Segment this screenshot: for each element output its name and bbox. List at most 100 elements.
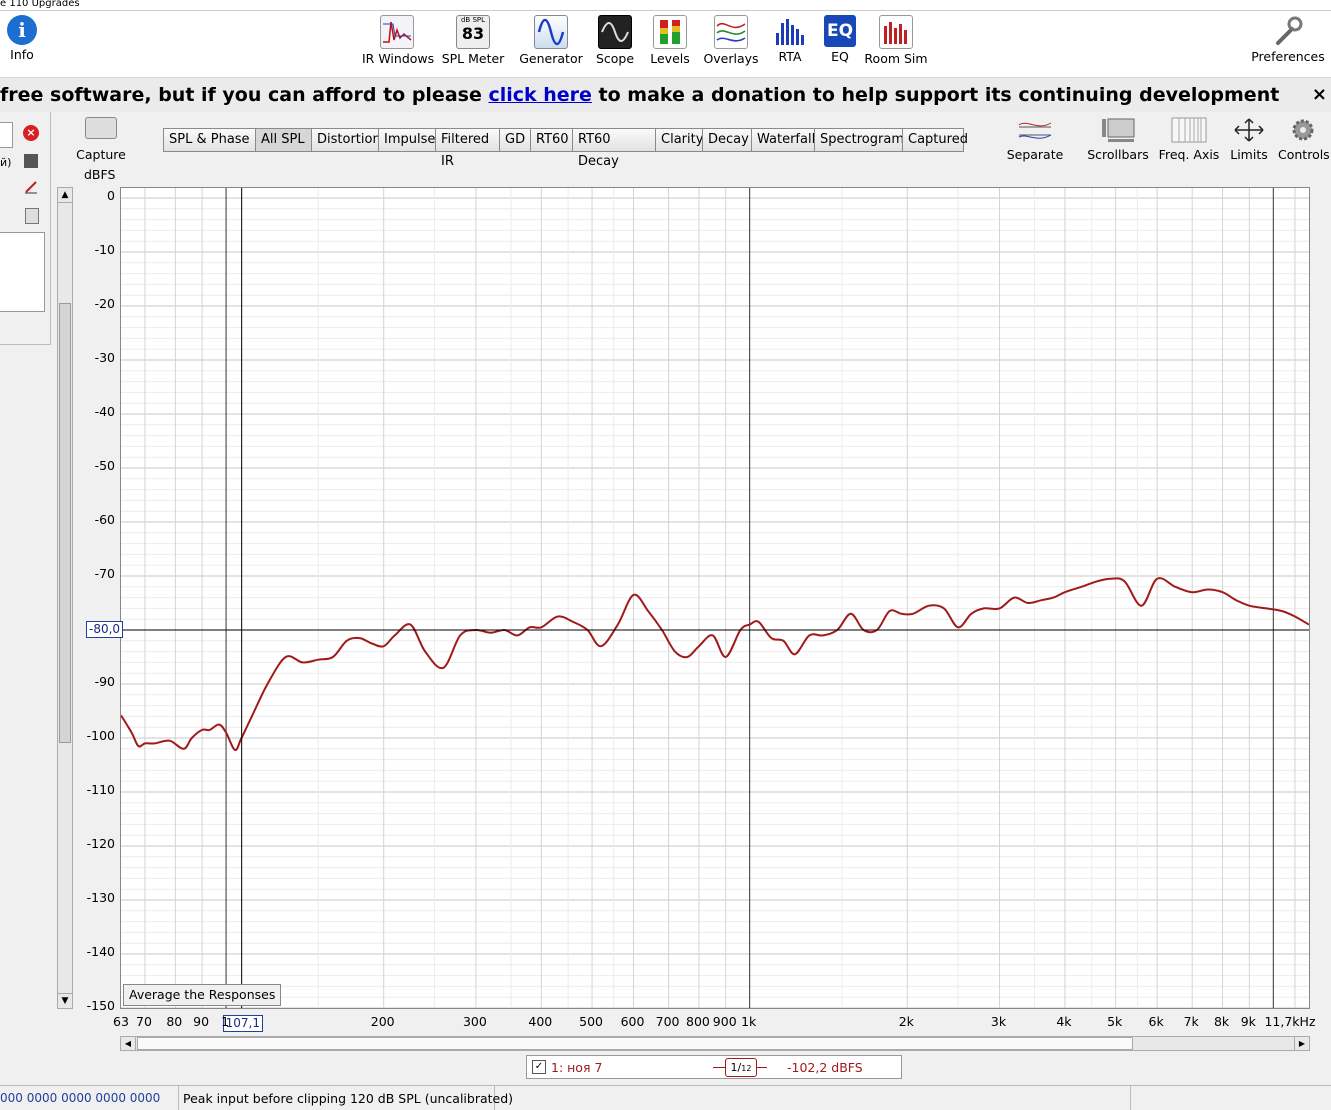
spl-meter-label: SPL Meter <box>441 51 505 66</box>
overlays-button[interactable]: Overlays <box>700 15 762 66</box>
preferences-label: Preferences <box>1251 49 1325 64</box>
x-tick-label: 8k <box>1213 1014 1230 1029</box>
cursor-y-readout: -80,0 <box>86 621 124 638</box>
info-button[interactable]: i Info <box>2 15 42 62</box>
controls-label: Controls <box>1278 147 1330 162</box>
separate-button[interactable]: Separate <box>1006 117 1064 162</box>
x-tick-label: 5k <box>1107 1014 1123 1029</box>
tab-distortion[interactable]: Distortion <box>311 128 381 152</box>
eq-icon: EQ <box>824 15 856 47</box>
menu-bar: e 110 Upgrades <box>0 0 1331 11</box>
ir-windows-label: IR Windows <box>362 51 435 66</box>
tab-clarity[interactable]: Clarity <box>655 128 703 152</box>
scroll-down-icon[interactable]: ▼ <box>58 993 72 1008</box>
spl-graph[interactable]: Average the Responses <box>120 187 1310 1009</box>
controls-button[interactable]: Controls <box>1278 117 1330 162</box>
separate-label: Separate <box>1006 147 1064 162</box>
tab-impulse[interactable]: Impulse <box>378 128 435 152</box>
status-codes: 000 0000 0000 0000 0000 <box>0 1091 161 1105</box>
x-tick-label: 80 <box>166 1014 183 1029</box>
x-tick-label: 400 <box>528 1014 553 1029</box>
close-banner-button[interactable]: × <box>1312 84 1327 105</box>
tab-filtered-ir[interactable]: Filtered IR <box>435 128 499 169</box>
donation-link[interactable]: click here <box>488 84 591 106</box>
preferences-button[interactable]: Preferences <box>1250 15 1326 64</box>
cursor-value: -102,2 dBFS <box>787 1060 863 1075</box>
y-tick-label: -90 <box>94 674 115 689</box>
scrollbars-label: Scrollbars <box>1087 147 1149 162</box>
scope-button[interactable]: Scope <box>590 15 640 66</box>
x-tick-label: 1k <box>741 1014 757 1029</box>
smoothing-denominator: 12 <box>741 1064 752 1073</box>
eq-button[interactable]: EQ EQ <box>822 15 858 64</box>
limits-icon <box>1231 117 1267 143</box>
levels-label: Levels <box>650 51 690 66</box>
room-sim-icon <box>879 15 913 49</box>
measurement-checkbox[interactable]: ✓ <box>532 1060 546 1074</box>
notes-icon[interactable] <box>25 208 39 224</box>
scrollbars-button[interactable]: Scrollbars <box>1086 117 1150 162</box>
main-toolbar: i Info IR Windows dB SPL 83 SPL Meter Ge… <box>0 11 1331 78</box>
vertical-scroll-thumb[interactable] <box>59 303 71 743</box>
tab-decay[interactable]: Decay <box>702 128 751 152</box>
y-tick-label: -130 <box>86 890 115 905</box>
average-responses-button[interactable]: Average the Responses <box>123 984 282 1006</box>
measurement-panel: × й) <box>0 112 51 345</box>
pen-icon[interactable] <box>24 180 38 194</box>
capture-button[interactable]: Capture <box>76 117 126 162</box>
generator-button[interactable]: Generator <box>518 15 584 66</box>
y-tick-label: -100 <box>86 728 115 743</box>
horizontal-scrollbar[interactable]: ◀ ▶ <box>120 1036 1310 1051</box>
y-tick-label: 0 <box>107 188 115 203</box>
remove-icon[interactable]: × <box>23 125 39 141</box>
scroll-up-icon[interactable]: ▲ <box>58 188 72 203</box>
generator-label: Generator <box>519 51 583 66</box>
horizontal-scroll-thumb[interactable] <box>137 1037 1133 1050</box>
tab-spectrogram[interactable]: Spectrogram <box>814 128 904 152</box>
spl-meter-button[interactable]: dB SPL 83 SPL Meter <box>440 15 506 66</box>
tab-all-spl[interactable]: All SPL <box>255 128 311 152</box>
spl-badge-value: 83 <box>461 24 485 43</box>
y-tick-label: -30 <box>94 350 115 365</box>
scroll-left-icon[interactable]: ◀ <box>121 1037 136 1050</box>
freq-axis-button[interactable]: Freq. Axis <box>1156 117 1222 162</box>
x-tick-label: 200 <box>370 1014 395 1029</box>
info-label: Info <box>10 47 34 62</box>
levels-button[interactable]: Levels <box>645 15 695 66</box>
tab-captured[interactable]: Captured <box>902 128 968 152</box>
scrollbars-icon <box>1100 117 1136 143</box>
room-sim-label: Room Sim <box>864 51 928 66</box>
tab-rt60[interactable]: RT60 <box>530 128 572 152</box>
measurement-legend: ✓ 1: ноя 7 1/12 -102,2 dBFS <box>526 1055 902 1079</box>
limits-button[interactable]: Limits <box>1228 117 1270 162</box>
measurement-name: 1: ноя 7 <box>551 1060 603 1075</box>
name-field[interactable] <box>0 122 13 148</box>
y-tick-label: -20 <box>94 296 115 311</box>
y-tick-label: -70 <box>94 566 115 581</box>
vertical-scrollbar[interactable]: ▲ ▼ <box>57 187 73 1009</box>
x-tick-label: 7k <box>1183 1014 1199 1029</box>
tab-gd[interactable]: GD <box>499 128 530 152</box>
smoothing-numerator: 1 <box>730 1061 738 1074</box>
ir-windows-button[interactable]: IR Windows <box>362 15 435 66</box>
status-message: Peak input before clipping 120 dB SPL (u… <box>183 1091 514 1106</box>
notes-box[interactable] <box>0 232 45 312</box>
x-tick-label: 500 <box>579 1014 603 1029</box>
y-tick-label: -40 <box>94 404 115 419</box>
rta-label: RTA <box>778 49 802 64</box>
scope-label: Scope <box>595 51 635 66</box>
smoothing-button[interactable]: 1/12 <box>725 1058 757 1077</box>
scroll-right-icon[interactable]: ▶ <box>1294 1037 1309 1050</box>
tab-rt60-decay[interactable]: RT60 Decay <box>572 128 655 169</box>
x-tick-label: 900 <box>712 1014 737 1029</box>
tab-spl-phase[interactable]: SPL & Phase <box>163 128 255 152</box>
x-tick-label: 3k <box>990 1014 1007 1029</box>
room-sim-button[interactable]: Room Sim <box>864 15 928 66</box>
camera-icon <box>85 117 117 139</box>
x-tick-label: 90 <box>193 1014 210 1029</box>
levels-icon <box>653 15 687 49</box>
save-icon[interactable] <box>24 154 38 168</box>
eq-label: EQ <box>831 49 849 64</box>
rta-button[interactable]: RTA <box>770 15 810 64</box>
tab-waterfall[interactable]: Waterfall <box>751 128 815 152</box>
